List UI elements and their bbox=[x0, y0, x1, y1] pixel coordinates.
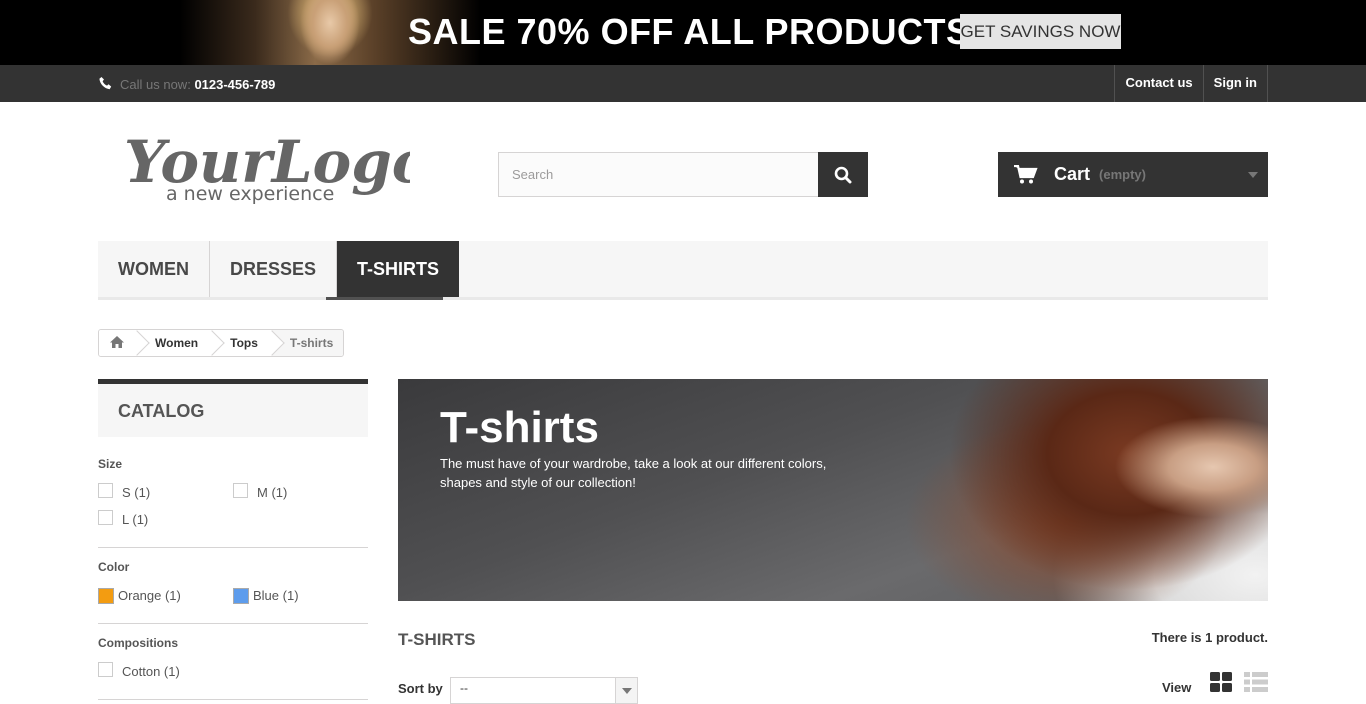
main-menu: Women Dresses T-shirts bbox=[98, 241, 1268, 300]
list-view-icon[interactable] bbox=[1243, 671, 1269, 693]
menu-item-women[interactable]: Women bbox=[98, 241, 210, 297]
chevron-down-icon bbox=[1248, 172, 1258, 178]
facet-size: Size S (1) M (1) L (1) bbox=[98, 437, 368, 548]
category-title: T-shirts bbox=[440, 403, 599, 452]
chevron-down-icon bbox=[615, 678, 637, 703]
top-nav-bar: Call us now: 0123-456-789 Contact us Sig… bbox=[0, 65, 1366, 102]
filter-size-l[interactable]: L (1) bbox=[98, 506, 233, 533]
filter-label: M (1) bbox=[257, 485, 288, 500]
phone-number: 0123-456-789 bbox=[194, 77, 276, 92]
filter-size-s[interactable]: S (1) bbox=[98, 479, 233, 506]
sort-value: -- bbox=[460, 681, 468, 695]
checkbox[interactable] bbox=[233, 483, 248, 498]
cart-label: Cart bbox=[1054, 164, 1091, 184]
color-swatch-blue[interactable] bbox=[233, 587, 249, 604]
breadcrumb-home[interactable] bbox=[99, 330, 137, 356]
search-button[interactable] bbox=[818, 152, 868, 197]
filter-label: L (1) bbox=[122, 512, 149, 527]
facet-title: Compositions bbox=[98, 636, 178, 650]
cart-status: (empty) bbox=[1099, 167, 1146, 182]
checkbox[interactable] bbox=[98, 662, 113, 677]
filter-color-blue[interactable]: Blue (1) bbox=[233, 582, 368, 609]
menu-item-dresses[interactable]: Dresses bbox=[210, 241, 338, 297]
site-logo[interactable]: YourLogo a new experience bbox=[120, 120, 430, 210]
view-label: View bbox=[1162, 680, 1192, 695]
breadcrumb: Women Tops T-shirts bbox=[98, 329, 345, 357]
promo-banner[interactable]: SALE 70% OFF ALL PRODUCTS GET SAVINGS NO… bbox=[0, 0, 1366, 65]
search-icon bbox=[834, 166, 852, 183]
banner-model-image bbox=[898, 379, 1268, 601]
filter-label: S (1) bbox=[122, 485, 151, 500]
sign-in-link[interactable]: Sign in bbox=[1202, 65, 1268, 102]
search-input[interactable] bbox=[498, 152, 818, 197]
filter-label: Blue (1) bbox=[253, 588, 299, 603]
checkbox[interactable] bbox=[98, 510, 113, 525]
facet-title: Size bbox=[98, 457, 123, 471]
phone-icon bbox=[99, 77, 112, 90]
logo-graphic: YourLogo a new experience bbox=[124, 128, 430, 205]
product-count: There is 1 product. bbox=[1151, 630, 1268, 645]
filter-size-m[interactable]: M (1) bbox=[233, 479, 368, 506]
category-banner: T-shirts The must have of your wardrobe,… bbox=[398, 379, 1268, 601]
menu-item-t-shirts[interactable]: T-shirts bbox=[337, 241, 460, 297]
cart-icon bbox=[1014, 164, 1038, 183]
category-description: The must have of your wardrobe, take a l… bbox=[440, 456, 827, 490]
product-list-heading: T-SHIRTS bbox=[398, 630, 476, 649]
filter-label: Orange (1) bbox=[118, 588, 181, 603]
home-icon bbox=[110, 336, 124, 348]
checkbox[interactable] bbox=[98, 483, 113, 498]
filter-color-orange[interactable]: Orange (1) bbox=[98, 582, 233, 609]
facet-color: Color Orange (1) Blue (1) bbox=[98, 548, 368, 624]
filter-label: Cotton (1) bbox=[122, 664, 180, 679]
search-bar bbox=[498, 152, 868, 197]
logo-tagline: a new experience bbox=[166, 183, 334, 205]
cart-button[interactable]: Cart (empty) bbox=[998, 152, 1268, 197]
call-us: Call us now: 0123-456-789 bbox=[98, 76, 275, 92]
get-savings-button[interactable]: GET SAVINGS NOW bbox=[960, 14, 1121, 49]
filter-composition-cotton[interactable]: Cotton (1) bbox=[98, 658, 233, 685]
menu-active-indicator bbox=[326, 297, 443, 300]
promo-headline: SALE 70% OFF ALL PRODUCTS bbox=[408, 11, 971, 52]
grid-view-icon[interactable] bbox=[1209, 671, 1233, 693]
contact-us-link[interactable]: Contact us bbox=[1114, 65, 1202, 102]
top-links: Contact us Sign in bbox=[1114, 65, 1268, 102]
catalog-sidebar: Catalog Size S (1) M (1) L (1) Color Ora… bbox=[98, 379, 368, 700]
color-swatch-orange[interactable] bbox=[98, 587, 114, 604]
call-label: Call us now: bbox=[120, 77, 191, 92]
catalog-title: Catalog bbox=[98, 379, 368, 437]
sort-select[interactable]: -- bbox=[450, 677, 638, 704]
promo-model-face bbox=[300, 0, 360, 65]
facet-compositions: Compositions Cotton (1) bbox=[98, 624, 368, 700]
facet-title: Color bbox=[98, 560, 130, 574]
